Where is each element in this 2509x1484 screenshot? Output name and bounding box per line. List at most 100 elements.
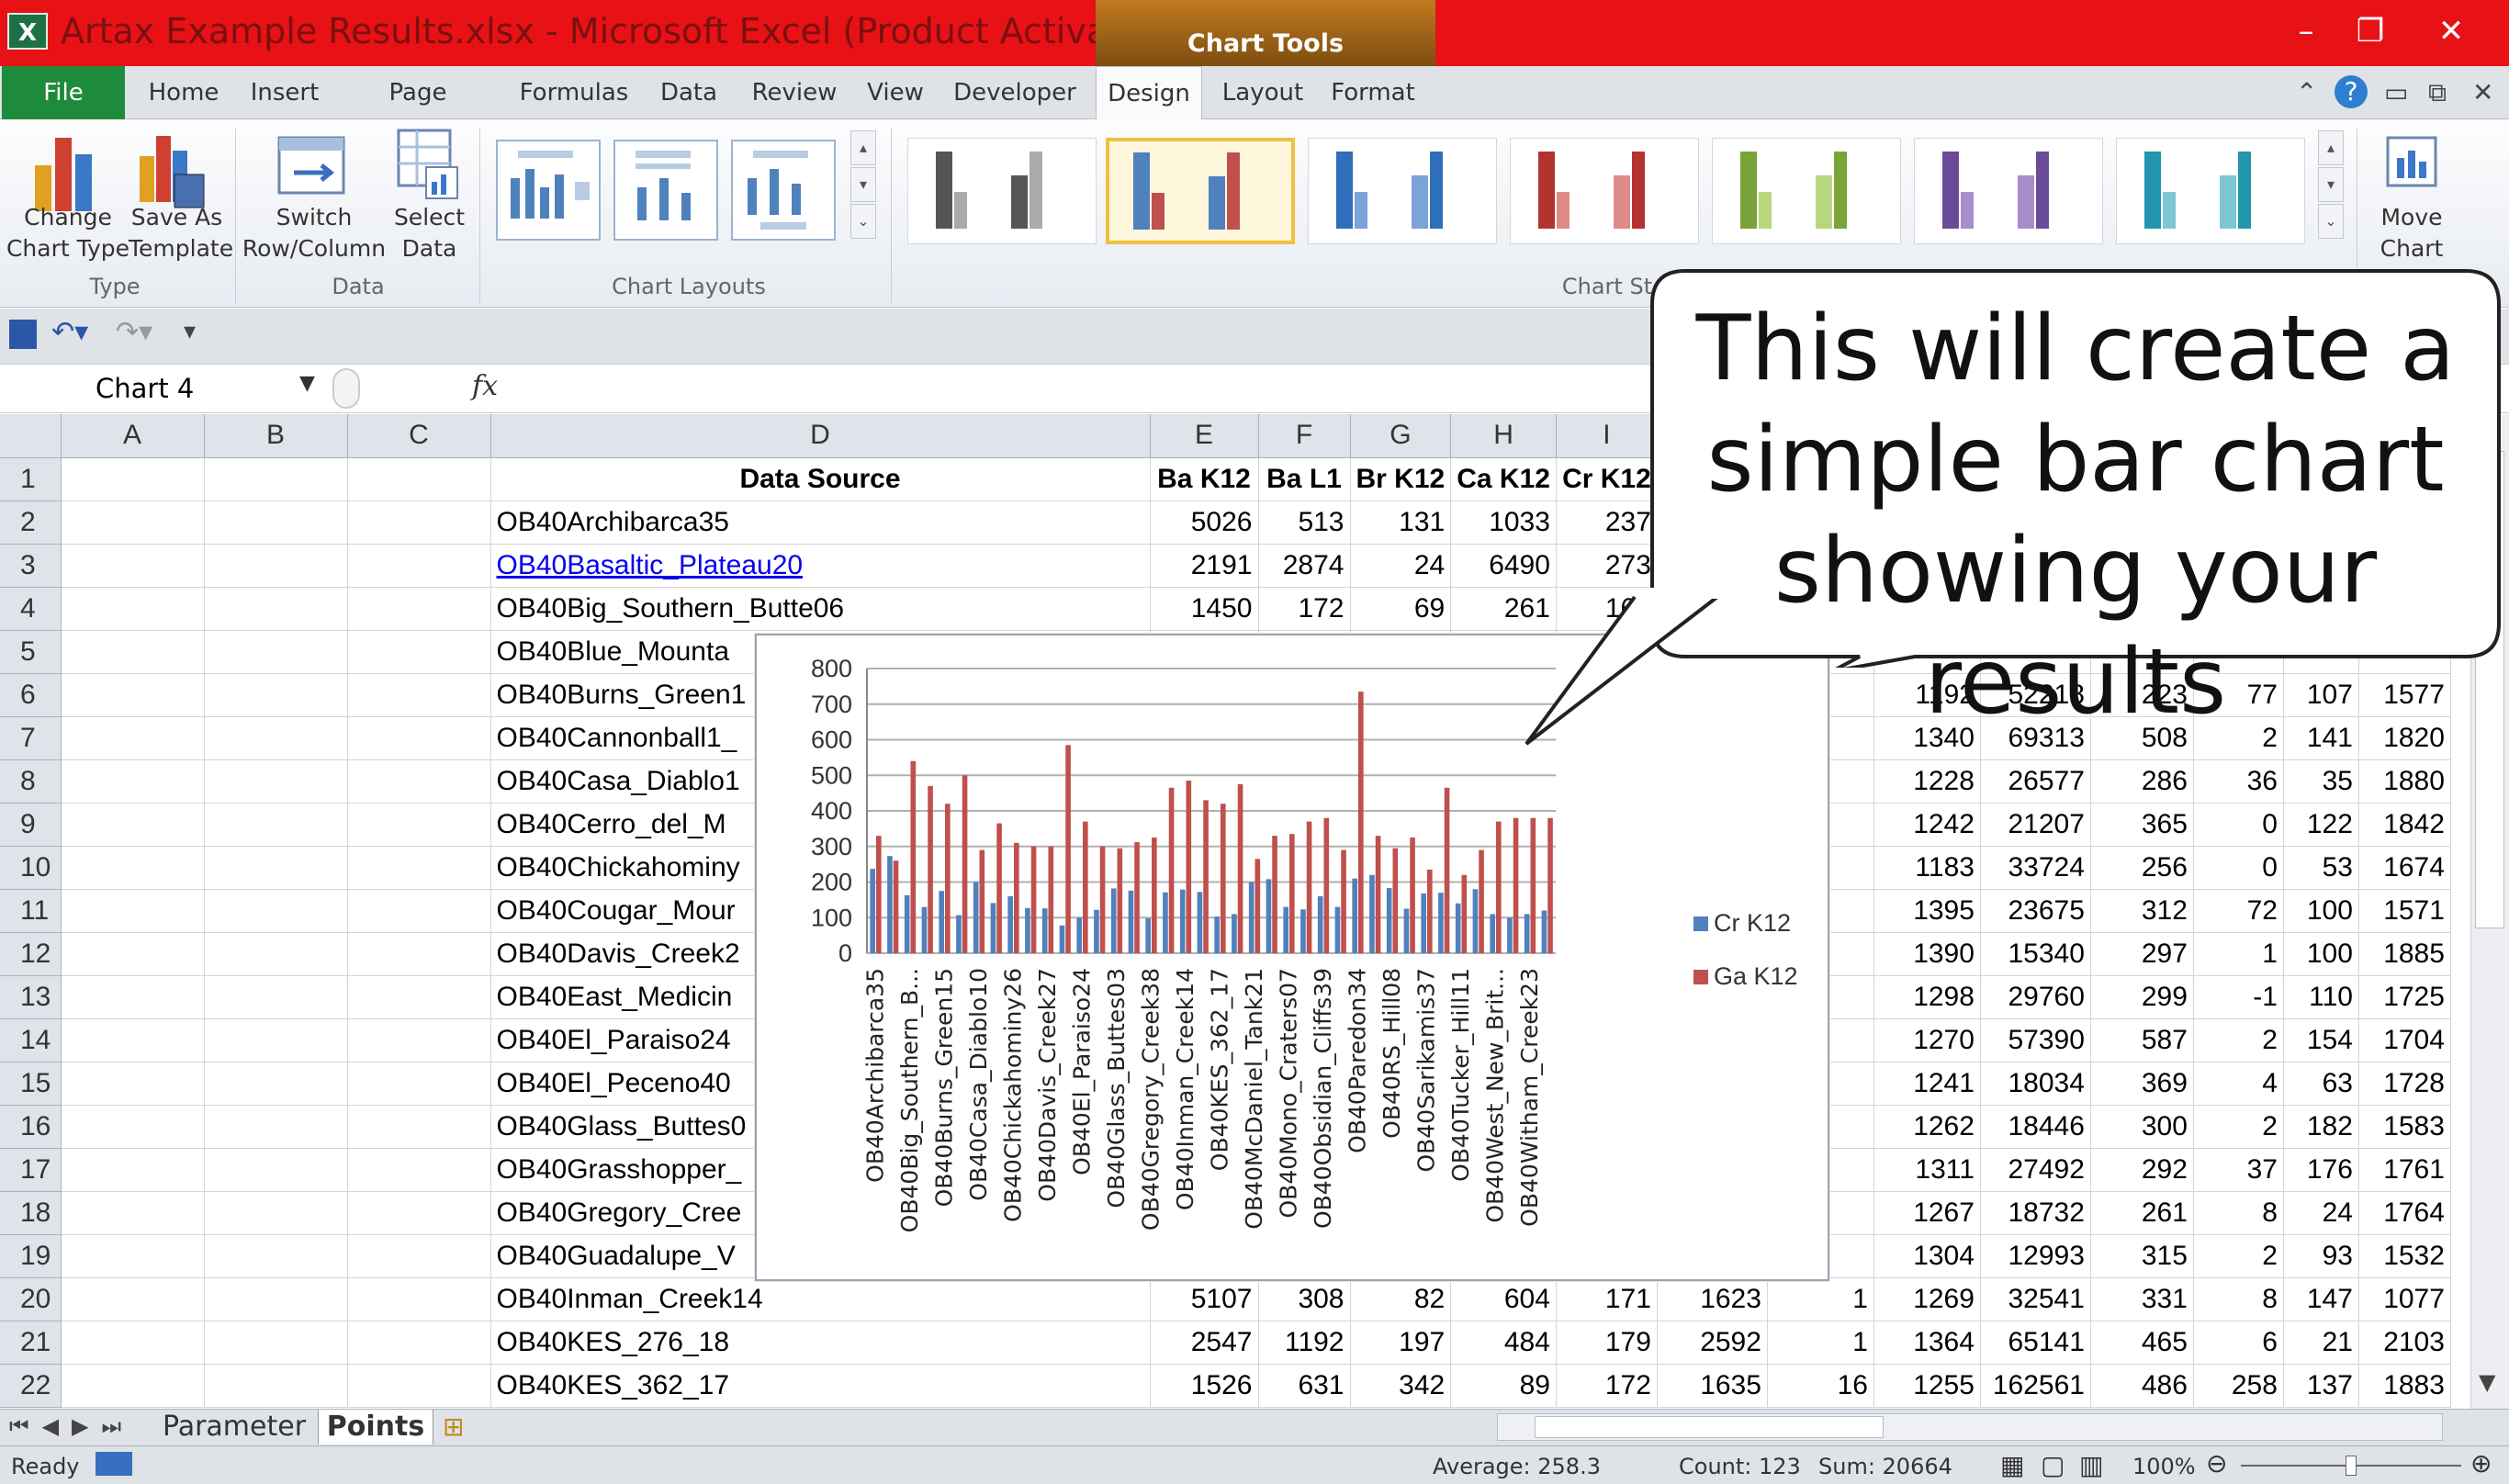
- cell[interactable]: [204, 846, 348, 890]
- cell[interactable]: 23675: [1980, 889, 2091, 933]
- column-header[interactable]: A: [61, 414, 205, 458]
- cell[interactable]: [204, 932, 348, 976]
- cell[interactable]: 513: [1258, 500, 1351, 545]
- chart-layout-2[interactable]: [613, 140, 718, 241]
- cell[interactable]: [61, 932, 205, 976]
- cell[interactable]: 1395: [1873, 889, 1981, 933]
- tab-data[interactable]: Data: [652, 72, 726, 114]
- cell[interactable]: 286: [2090, 759, 2194, 804]
- cell[interactable]: 154: [2283, 1018, 2359, 1062]
- cell[interactable]: [204, 457, 348, 501]
- cell[interactable]: 21207: [1980, 803, 2091, 847]
- cell[interactable]: 35: [2283, 759, 2359, 804]
- cell[interactable]: 5026: [1150, 500, 1259, 545]
- chart-style-5[interactable]: [1712, 138, 1901, 244]
- cell[interactable]: 1571: [2358, 889, 2451, 933]
- cell[interactable]: [61, 1018, 205, 1062]
- cell[interactable]: 37: [2193, 1148, 2284, 1192]
- tab-format[interactable]: Format: [1322, 72, 1423, 114]
- cell[interactable]: [61, 1364, 205, 1408]
- cell[interactable]: 2: [2193, 1105, 2284, 1149]
- zoom-out-icon[interactable]: ⊖: [2206, 1448, 2227, 1478]
- cell[interactable]: [347, 1018, 491, 1062]
- cell[interactable]: 1262: [1873, 1105, 1981, 1149]
- cell[interactable]: 197: [1350, 1321, 1452, 1365]
- cell[interactable]: 2874: [1258, 544, 1351, 588]
- cell[interactable]: 1674: [2358, 846, 2451, 890]
- redo-icon[interactable]: ↷▾: [116, 316, 152, 348]
- cell[interactable]: 16: [1767, 1364, 1874, 1408]
- cell[interactable]: 1269: [1873, 1277, 1981, 1321]
- cell[interactable]: 147: [2283, 1277, 2359, 1321]
- row-header[interactable]: 18: [0, 1191, 62, 1235]
- cell[interactable]: [204, 673, 348, 717]
- cell[interactable]: [347, 846, 491, 890]
- cell[interactable]: 29760: [1980, 975, 2091, 1019]
- row-header[interactable]: 11: [0, 889, 62, 933]
- cell[interactable]: 1298: [1873, 975, 1981, 1019]
- excel-icon[interactable]: X: [7, 13, 48, 50]
- cell[interactable]: 1532: [2358, 1234, 2451, 1278]
- cell[interactable]: [61, 846, 205, 890]
- cell[interactable]: 331: [2090, 1277, 2194, 1321]
- cell-data-source[interactable]: OB40Basaltic_Plateau20: [490, 544, 1151, 588]
- cell[interactable]: 162561: [1980, 1364, 2091, 1408]
- cell[interactable]: 2547: [1150, 1321, 1259, 1365]
- cell[interactable]: [61, 587, 205, 631]
- cell[interactable]: 1880: [2358, 759, 2451, 804]
- row-header[interactable]: 8: [0, 759, 62, 804]
- cell[interactable]: [204, 587, 348, 631]
- chart-layout-1[interactable]: [496, 140, 601, 241]
- cell[interactable]: 369: [2090, 1062, 2194, 1106]
- row-header[interactable]: 1: [0, 457, 62, 501]
- select-data-icon[interactable]: [395, 127, 461, 204]
- tab-formulas[interactable]: Formulas: [514, 72, 634, 114]
- cell[interactable]: 171: [1556, 1277, 1658, 1321]
- zoom-slider-thumb[interactable]: [2346, 1456, 2357, 1476]
- cell[interactable]: 69: [1350, 587, 1452, 631]
- cell[interactable]: 24: [2283, 1191, 2359, 1235]
- cell[interactable]: 292: [2090, 1148, 2194, 1192]
- cell[interactable]: [61, 544, 205, 588]
- cell[interactable]: Br K12: [1350, 457, 1452, 501]
- column-header[interactable]: B: [204, 414, 348, 458]
- cell[interactable]: Ba K12: [1150, 457, 1259, 501]
- column-header[interactable]: C: [347, 414, 491, 458]
- cell[interactable]: 0: [2193, 846, 2284, 890]
- row-header[interactable]: 13: [0, 975, 62, 1019]
- styles-more-icon[interactable]: ⌄: [2318, 204, 2344, 239]
- cell[interactable]: [347, 1148, 491, 1192]
- chart-style-4[interactable]: [1510, 138, 1699, 244]
- cell[interactable]: 33724: [1980, 846, 2091, 890]
- sheet-tab-parameter[interactable]: Parameter: [156, 1410, 312, 1445]
- sheet-nav-icon[interactable]: ⏮◀▶⏭: [9, 1413, 134, 1439]
- cell[interactable]: 5107: [1150, 1277, 1259, 1321]
- move-chart-button[interactable]: Move Chart: [2366, 202, 2458, 264]
- select-all-corner[interactable]: [0, 414, 62, 458]
- cell[interactable]: [204, 1364, 348, 1408]
- cell[interactable]: [204, 1191, 348, 1235]
- horizontal-scrollbar[interactable]: [1497, 1413, 2443, 1441]
- cell[interactable]: [347, 1364, 491, 1408]
- cell[interactable]: 1228: [1873, 759, 1981, 804]
- help-icon[interactable]: ?: [2335, 75, 2368, 108]
- cell[interactable]: 1311: [1873, 1148, 1981, 1192]
- cell[interactable]: [204, 1277, 348, 1321]
- cell[interactable]: Cr K12: [1556, 457, 1658, 501]
- cell[interactable]: [347, 716, 491, 760]
- column-header[interactable]: F: [1258, 414, 1351, 458]
- select-data-button[interactable]: Select Data: [386, 202, 473, 264]
- cell[interactable]: 8: [2193, 1277, 2284, 1321]
- cell[interactable]: [204, 975, 348, 1019]
- zoom-level[interactable]: 100%: [2132, 1454, 2196, 1479]
- cell[interactable]: [61, 1191, 205, 1235]
- column-header[interactable]: G: [1350, 414, 1452, 458]
- cell[interactable]: 63: [2283, 1062, 2359, 1106]
- cell[interactable]: 1583: [2358, 1105, 2451, 1149]
- row-header[interactable]: 10: [0, 846, 62, 890]
- styles-scroll-up-icon[interactable]: ▴: [2318, 130, 2344, 165]
- cell[interactable]: 65141: [1980, 1321, 2091, 1365]
- cell[interactable]: [61, 975, 205, 1019]
- cell[interactable]: 12993: [1980, 1234, 2091, 1278]
- cell[interactable]: 1: [1767, 1277, 1874, 1321]
